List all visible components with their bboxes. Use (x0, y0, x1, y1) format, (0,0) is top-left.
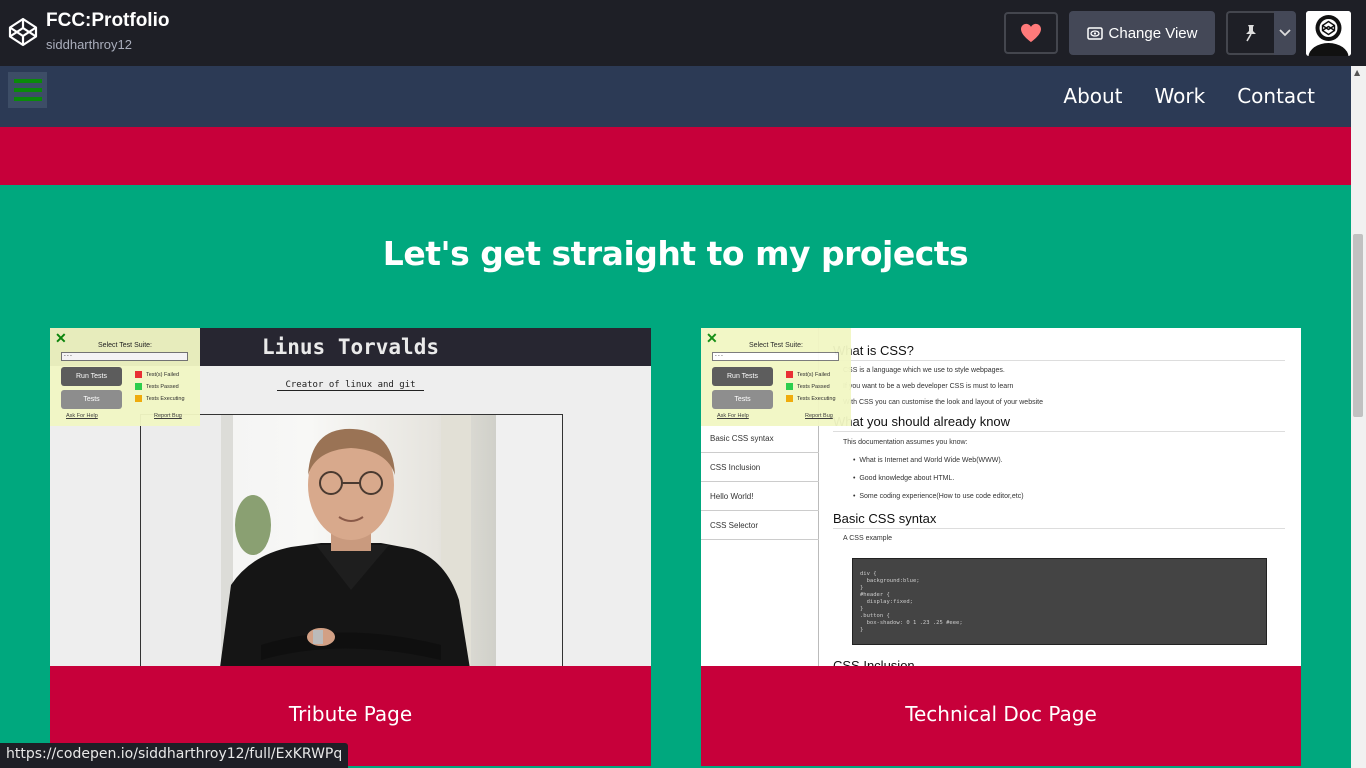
doc-code-block: div { background:blue; } #header { displ… (852, 558, 1267, 645)
ask-help-link[interactable]: Ask For Help (717, 413, 749, 419)
view-icon (1086, 26, 1103, 40)
change-view-button[interactable]: Change View (1069, 11, 1215, 55)
pen-title[interactable]: FCC:Protfolio (46, 10, 169, 32)
doc-text: If you want to be a web developer CSS is… (843, 383, 1014, 390)
report-bug-link[interactable]: Report Bug (805, 413, 833, 419)
test-suite-label: Select Test Suite: (749, 342, 803, 349)
project-thumbnail: Basic CSS syntax CSS Inclusion Hello Wor… (701, 328, 1301, 666)
doc-nav-item: CSS Selector (701, 511, 819, 540)
site-navbar: About Work Contact (0, 66, 1351, 127)
page-scrollbar[interactable]: ▲ (1351, 66, 1366, 768)
legend-passed: Tests Passed (786, 383, 830, 390)
doc-nav-item: Basic CSS syntax (701, 424, 819, 453)
doc-nav-item: Hello World! (701, 482, 819, 511)
pen-author[interactable]: siddharthroy12 (46, 37, 132, 52)
report-bug-link[interactable]: Report Bug (154, 413, 182, 419)
legend-executing: Tests Executing (786, 395, 836, 402)
doc-list-item: • Good knowledge about HTML. (853, 475, 955, 482)
legend-swatch (135, 383, 142, 390)
scroll-thumb[interactable] (1353, 234, 1363, 417)
pin-button[interactable] (1226, 11, 1274, 55)
legend-swatch (786, 383, 793, 390)
ask-help-link[interactable]: Ask For Help (66, 413, 98, 419)
legend-swatch (786, 395, 793, 402)
doc-text: A CSS example (843, 535, 893, 542)
fcc-test-panel: ✕ Select Test Suite: - - - Run Tests Tes… (701, 328, 851, 426)
nav-links: About Work Contact (1063, 84, 1315, 108)
nav-link-contact[interactable]: Contact (1237, 84, 1315, 108)
legend-swatch (135, 395, 142, 402)
doc-list-item: • Some coding experience(How to use code… (853, 493, 1024, 500)
codepen-logo-icon[interactable] (8, 17, 38, 47)
project-card-tribute[interactable]: Linus Torvalds Creator of linux and git (50, 328, 651, 766)
project-card-techdoc[interactable]: Basic CSS syntax CSS Inclusion Hello Wor… (701, 328, 1301, 766)
project-label[interactable]: Technical Doc Page (701, 702, 1301, 726)
chevron-down-icon (1279, 29, 1291, 37)
legend-swatch (135, 371, 142, 378)
test-suite-select[interactable]: - - - (712, 352, 839, 361)
love-button[interactable] (1004, 12, 1058, 54)
pin-dropdown-button[interactable] (1274, 11, 1296, 55)
test-suite-select[interactable]: - - - (61, 352, 188, 361)
run-tests-button[interactable]: Run Tests (61, 367, 122, 386)
link-status-bar: https://codepen.io/siddharthroy12/full/E… (0, 743, 349, 768)
project-thumbnail: Linus Torvalds Creator of linux and git (50, 328, 651, 666)
doc-heading: What is CSS? (833, 343, 1285, 361)
avatar-image (1306, 11, 1351, 56)
doc-heading: What you should already know (833, 414, 1285, 432)
doc-list-item: • What is Internet and World Wide Web(WW… (853, 457, 1003, 464)
legend-swatch (786, 371, 793, 378)
legend-failed: Test(s) Failed (786, 371, 830, 378)
welcome-section-bottom (0, 127, 1351, 185)
scroll-up-icon[interactable]: ▲ (1354, 68, 1360, 77)
codepen-header: FCC:Protfolio siddharthroy12 Change View (0, 0, 1366, 66)
tests-button[interactable]: Tests (61, 390, 122, 409)
portrait-image (141, 415, 562, 666)
user-avatar[interactable] (1306, 11, 1351, 56)
hamburger-menu-icon[interactable] (8, 72, 47, 108)
doc-main: What is CSS? CSS is a language which we … (833, 328, 1293, 666)
nav-link-work[interactable]: Work (1155, 84, 1206, 108)
doc-text: This documentation assumes you know: (843, 439, 968, 446)
run-tests-button[interactable]: Run Tests (712, 367, 773, 386)
projects-heading: Let's get straight to my projects (382, 234, 969, 273)
doc-text: With CSS you can customise the look and … (843, 399, 1043, 406)
doc-nav-item: CSS Inclusion (701, 453, 819, 482)
tribute-photo (140, 414, 563, 666)
doc-heading: CSS Inclusion (833, 658, 915, 666)
tests-button[interactable]: Tests (712, 390, 773, 409)
pin-icon (1246, 25, 1256, 42)
legend-failed: Test(s) Failed (135, 371, 179, 378)
doc-heading: Basic CSS syntax (833, 511, 1285, 529)
legend-executing: Tests Executing (135, 395, 185, 402)
legend-passed: Tests Passed (135, 383, 179, 390)
heart-icon (1021, 23, 1041, 43)
nav-link-about[interactable]: About (1063, 84, 1122, 108)
doc-text: CSS is a language which we use to style … (843, 367, 1005, 374)
project-label[interactable]: Tribute Page (50, 702, 651, 726)
test-suite-label: Select Test Suite: (98, 342, 152, 349)
fcc-test-panel: ✕ Select Test Suite: - - - Run Tests Tes… (50, 328, 200, 426)
change-view-label: Change View (1108, 24, 1198, 42)
